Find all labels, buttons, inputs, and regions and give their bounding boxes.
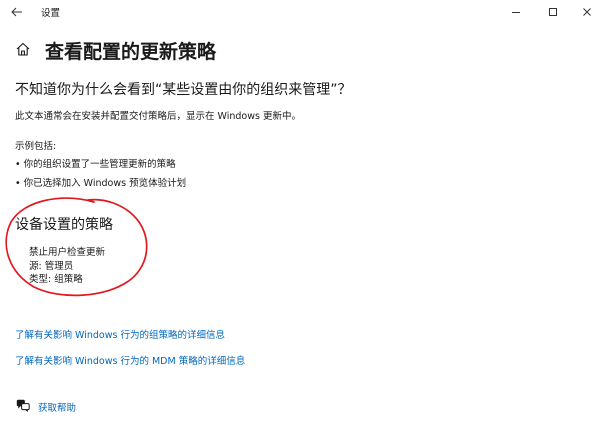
back-button[interactable] <box>8 3 26 21</box>
help-chat-icon <box>16 399 30 412</box>
info-question: 不知道你为什么会看到“某些设置由你的组织来管理”？ <box>15 82 352 98</box>
close-icon <box>583 8 591 16</box>
minimize-icon <box>512 12 520 13</box>
title-bar: 设置 <box>0 0 600 24</box>
policy-source: 源: 管理员 <box>29 261 74 272</box>
page-title: 查看配置的更新策略 <box>45 41 217 63</box>
examples-title: 示例包括: <box>15 141 57 152</box>
minimize-button[interactable] <box>506 3 526 21</box>
app-title: 设置 <box>41 8 61 19</box>
policy-name: 禁止用户检查更新 <box>29 247 106 258</box>
policies-section-title: 设备设置的策略 <box>15 217 113 233</box>
group-policy-info-link[interactable]: 了解有关影响 Windows 行为的组策略的详细信息 <box>15 327 225 341</box>
example-item: • 你的组织设置了一些管理更新的策略 <box>15 159 176 170</box>
close-button[interactable] <box>577 3 597 21</box>
info-description: 此文本通常会在安装并配置交付策略后，显示在 Windows 更新中。 <box>15 111 301 122</box>
arrow-left-icon <box>11 7 22 17</box>
get-help-link[interactable]: 获取帮助 <box>38 400 76 414</box>
example-item: • 你已选择加入 Windows 预览体验计划 <box>15 178 187 189</box>
mdm-policy-info-link[interactable]: 了解有关影响 Windows 行为的 MDM 策略的详细信息 <box>15 353 245 367</box>
home-button[interactable] <box>15 41 31 57</box>
maximize-icon <box>549 8 557 16</box>
policy-type: 类型: 组策略 <box>29 274 83 285</box>
maximize-button[interactable] <box>543 3 563 21</box>
home-icon <box>16 42 30 56</box>
